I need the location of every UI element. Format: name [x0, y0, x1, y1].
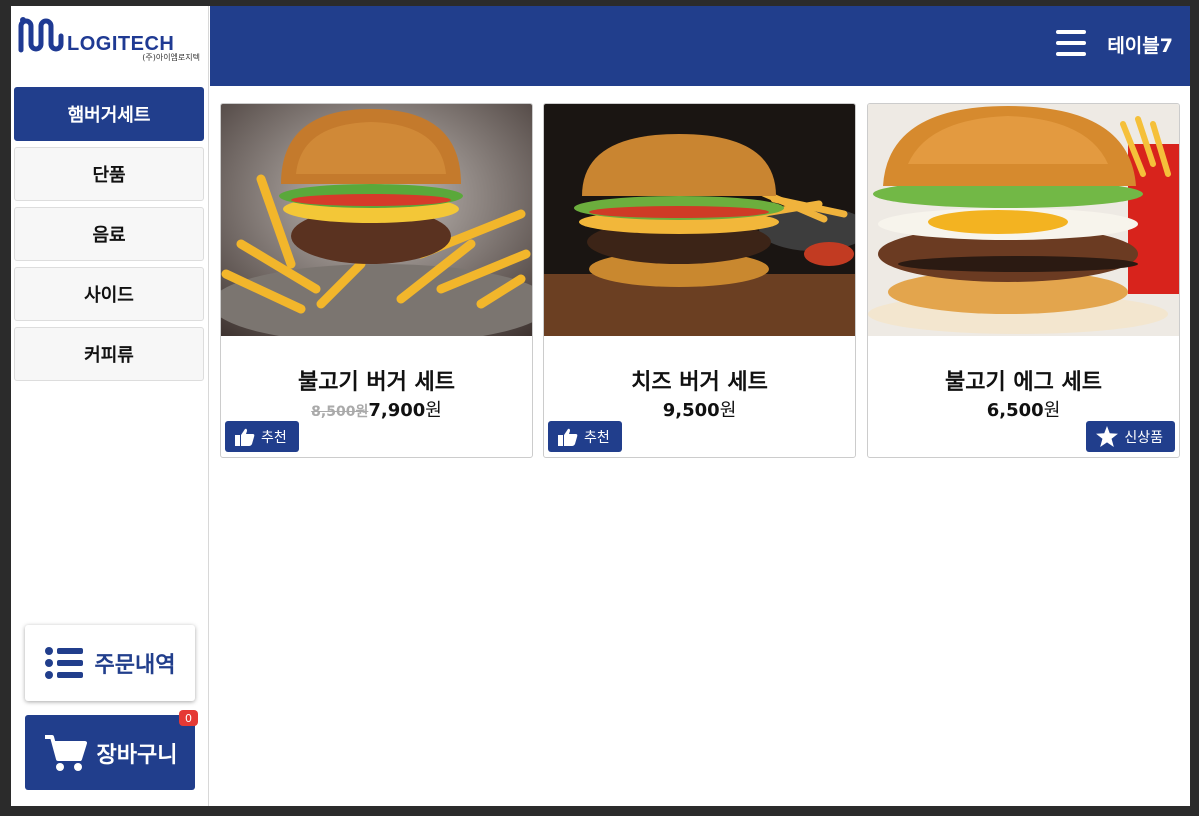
product-image — [221, 104, 532, 336]
price-unit: 원 — [425, 400, 442, 421]
cart-label: 장바구니 — [96, 742, 178, 768]
thumbs-up-icon — [558, 428, 578, 446]
star-icon — [1096, 426, 1119, 447]
cart-button[interactable]: 장바구니 0 — [25, 710, 198, 790]
recommend-tag: 추천 — [548, 421, 622, 452]
product-image — [868, 104, 1179, 336]
list-icon — [44, 647, 83, 679]
product-name: 불고기 버거 세트 — [298, 370, 455, 395]
cart-count-badge: 0 — [179, 710, 198, 726]
brand-subtitle: (주)아이엠로지텍 — [142, 53, 200, 62]
category-coffee[interactable]: 커피류 — [14, 327, 204, 381]
order-history-label: 주문내역 — [94, 653, 176, 678]
thumbs-up-icon — [235, 428, 255, 446]
product-price: 8,500원7,900원 — [221, 396, 532, 422]
price-unit: 원 — [1043, 400, 1061, 421]
product-price: 9,500원 — [544, 396, 855, 422]
recommend-tag-label: 추천 — [261, 429, 287, 446]
new-product-tag-label: 신상품 — [1124, 429, 1163, 446]
product-card[interactable]: 추천 불고기 버거 세트 8,500원7,900원 — [220, 103, 533, 458]
original-price: 8,500원 — [311, 404, 369, 420]
price-unit: 원 — [719, 400, 737, 421]
app-frame: LOGITECH (주)아이엠로지텍 햄버거세트 단품 음료 사이드 커피류 주… — [11, 6, 1190, 806]
top-header: 테이블7 — [210, 6, 1190, 86]
product-image — [544, 104, 855, 336]
recommend-tag: 추천 — [225, 421, 299, 452]
price-value: 9,500 — [662, 400, 720, 421]
category-side[interactable]: 사이드 — [14, 267, 204, 321]
hamburger-menu-icon[interactable] — [1056, 30, 1088, 60]
product-card[interactable]: 추천 치즈 버거 세트 9,500원 — [543, 103, 856, 458]
category-hamburger-set[interactable]: 햄버거세트 — [14, 87, 204, 141]
order-history-button[interactable]: 주문내역 — [25, 625, 195, 701]
product-name: 불고기 에그 세트 — [945, 370, 1102, 395]
logo-mark-icon — [18, 17, 64, 53]
product-name: 치즈 버거 세트 — [631, 370, 768, 395]
category-drinks[interactable]: 음료 — [14, 207, 204, 261]
sidebar: LOGITECH (주)아이엠로지텍 햄버거세트 단품 음료 사이드 커피류 주… — [11, 6, 209, 806]
cart-icon — [44, 734, 87, 771]
product-price: 6,500원 — [868, 396, 1179, 422]
price-value: 7,900 — [368, 400, 426, 421]
recommend-tag-label: 추천 — [584, 429, 610, 446]
price-value: 6,500 — [986, 400, 1044, 421]
product-card[interactable]: 신상품 불고기 에그 세트 6,500원 — [867, 103, 1180, 458]
table-label: 테이블7 — [1107, 35, 1173, 57]
category-single[interactable]: 단품 — [14, 147, 204, 201]
new-product-tag: 신상품 — [1086, 421, 1175, 452]
brand-logo: LOGITECH (주)아이엠로지텍 — [17, 16, 203, 66]
